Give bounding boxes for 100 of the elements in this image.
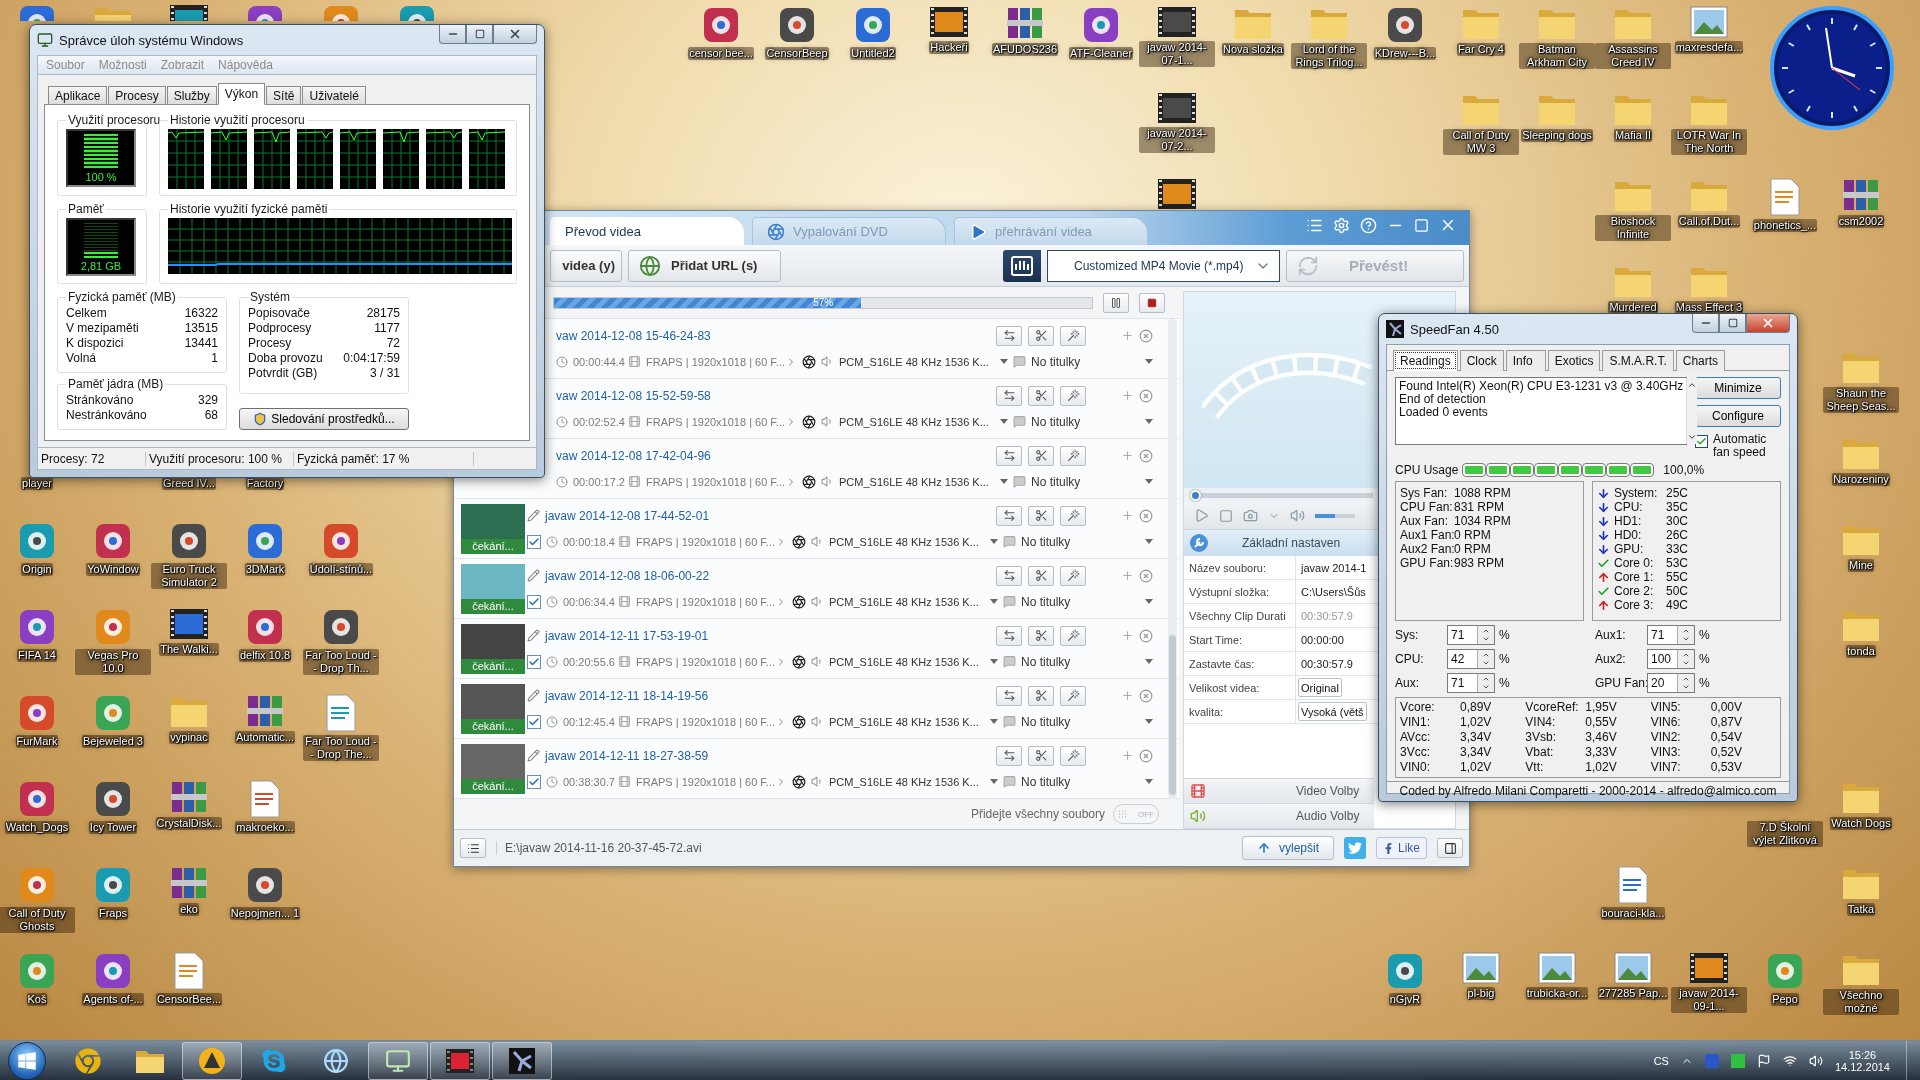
gauge-reading: 100 % [85,171,117,183]
icon-label[interactable]: Call of Duty Ghosts [0,907,75,933]
setting-field[interactable]: C:\Users\Šůs [1296,580,1368,603]
subtitle-dropdown[interactable]: No titulky [1031,474,1140,489]
icon-label[interactable]: Batman Arkham City [1519,43,1595,69]
audio-track-dropdown[interactable]: PCM_S16LE 48 KHz 1536 K... [839,475,995,488]
sensor-name: System: [1614,486,1659,500]
status-text: Fyzická paměť: 17 % [294,451,474,466]
tab[interactable]: Uživatelé [302,86,366,105]
file-name[interactable]: javaw 2014-12-11 18-27-38-59 [545,748,709,763]
subtitle-dropdown[interactable]: No titulky [1021,774,1140,789]
clock[interactable]: 15:26 14.12.2014 [1834,1048,1890,1073]
subtitle-dropdown[interactable]: No titulky [1021,654,1140,669]
sensor-name: CPU: [1614,500,1644,514]
audio-track-dropdown[interactable]: PCM_S16LE 48 KHz 1536 K... [829,595,985,608]
voltage-name: VIN7: [1650,760,1682,775]
voltage-value: 3,33V [1585,745,1617,760]
menu-item[interactable]: Soubor [46,58,85,72]
stat-value: 3 / 31 [369,366,400,381]
language-indicator[interactable]: CS [1653,1054,1669,1067]
tab[interactable]: Služby [166,86,217,105]
audio-track-dropdown[interactable]: PCM_S16LE 48 KHz 1536 K... [839,415,995,428]
usage-reading: 100,0% [1663,463,1705,477]
voltage-name: VIN0: [1400,760,1431,775]
tab[interactable]: Exotics [1547,350,1601,371]
stat-label: Podprocesy [248,321,312,336]
icon-label[interactable]: Euro Truck Simulator 2 [151,563,227,589]
group-title: Fyzická paměť (MB) [67,290,177,304]
setting-field[interactable]: javaw 2014-1 [1296,556,1369,579]
stat-label: Popisovače [248,306,311,321]
menu-item[interactable]: Možnosti [98,58,147,72]
speed-label: Aux: [1395,676,1420,690]
audio-track-dropdown[interactable]: PCM_S16LE 48 KHz 1536 K... [829,775,985,788]
speed-field[interactable]: 71 [1447,625,1495,645]
audio-track-dropdown[interactable]: PCM_S16LE 48 KHz 1536 K... [829,535,985,548]
tab[interactable]: Procesy [108,86,166,105]
tab[interactable]: Readings [1393,350,1458,371]
window-button[interactable]: Minimize [1695,377,1781,399]
voltage-value: 3,34V [1460,730,1492,745]
subtitle-dropdown[interactable]: No titulky [1031,354,1140,369]
tab[interactable]: Aplikace [48,86,108,105]
icon-label[interactable]: Všechno možné [1823,989,1899,1015]
duration-text: 00:12:45.4 [563,715,613,728]
setting-field[interactable]: 00:30:57.9 [1296,652,1355,675]
audio-track-dropdown[interactable]: PCM_S16LE 48 KHz 1536 K... [829,715,985,728]
icon-label[interactable]: Vegas Pro 10.0 [75,649,151,675]
tab[interactable]: Převod videa [550,217,744,245]
speed-field[interactable]: 42 [1447,649,1495,669]
stat-value: 16322 [184,306,218,321]
options-bar[interactable]: Video Volby [1184,778,1374,803]
subtitle-dropdown[interactable]: No titulky [1021,594,1140,609]
upgrade-button[interactable]: vylepšit [1241,836,1334,860]
speed-field[interactable]: 20 [1647,673,1695,693]
like-button[interactable]: Like [1376,837,1427,859]
add-url-button[interactable]: Přidat URL (s) [628,249,781,282]
file-name[interactable]: javaw 2014-12-11 17-53-19-01 [545,628,709,643]
window-button[interactable]: Configure [1695,405,1781,427]
file-name[interactable]: javaw 2014-12-08 18-06-00-22 [545,568,710,583]
tab[interactable]: Výkon [217,83,266,105]
menu-item[interactable]: Zobrazit [160,58,205,72]
tab[interactable]: S.M.A.R.T. [1602,350,1674,371]
subtitle-dropdown[interactable]: No titulky [1021,714,1140,729]
resource-monitor-button[interactable]: Sledování prostředků... [239,408,409,430]
icon-label[interactable]: javaw 2014-07-1... [1139,41,1215,67]
unit-text: % [1699,628,1710,642]
speed-field[interactable]: 100 [1647,649,1695,669]
speed-label: Aux2: [1595,652,1627,666]
icon-label[interactable]: Bioshock Infinite [1595,215,1671,241]
setting-dropdown[interactable]: Original [1298,678,1342,697]
file-name[interactable]: vaw 2014-12-08 15-46-24-83 [556,328,711,343]
format-dropdown[interactable]: Customized MP4 Movie (*.mp4) [1047,249,1280,282]
voltage-name: Vbat: [1525,745,1555,760]
audio-track-dropdown[interactable]: PCM_S16LE 48 KHz 1536 K... [829,655,985,668]
tab[interactable]: Charts [1675,350,1726,371]
audio-track-dropdown[interactable]: PCM_S16LE 48 KHz 1536 K... [839,355,995,368]
voltage-name: Vtt: [1525,760,1545,775]
tab[interactable]: Sítě [266,86,302,105]
unit-text: % [1499,652,1510,666]
add-video-button[interactable]: videa (y) [550,249,622,282]
icon-label[interactable]: Assassins Creed IV [1595,43,1671,69]
subtitle-dropdown[interactable]: No titulky [1031,414,1140,429]
tab[interactable]: Info [1505,350,1546,371]
subtitle-dropdown[interactable]: No titulky [1021,534,1140,549]
speed-field[interactable]: 71 [1647,625,1695,645]
icon-label[interactable]: javaw 2014-09-1... [1671,987,1747,1013]
file-name[interactable]: vaw 2014-12-08 15-52-59-58 [556,388,711,403]
icon-label[interactable]: Call of Duty MW 3 [1443,129,1519,155]
window-title: Správce úloh systému Windows [59,32,245,48]
setting-field[interactable]: 00:00:00 [1296,628,1346,651]
menu-item[interactable]: Nápověda [218,58,273,72]
speed-field[interactable]: 71 [1447,673,1495,693]
file-name[interactable]: javaw 2014-12-08 17-44-52-01 [545,508,710,523]
file-name[interactable]: javaw 2014-12-11 18-14-19-56 [545,688,709,703]
section-title: Audio Volby [1296,809,1360,823]
setting-dropdown[interactable]: Vysoká (větš [1298,702,1367,721]
tab[interactable]: Clock [1459,350,1504,371]
options-bar[interactable]: Audio Volby [1184,803,1374,828]
icon-label[interactable]: javaw 2014-07-2... [1139,127,1215,153]
group-title: Využití procesoru [67,113,162,127]
file-name[interactable]: vaw 2014-12-08 17-42-04-96 [556,448,711,463]
